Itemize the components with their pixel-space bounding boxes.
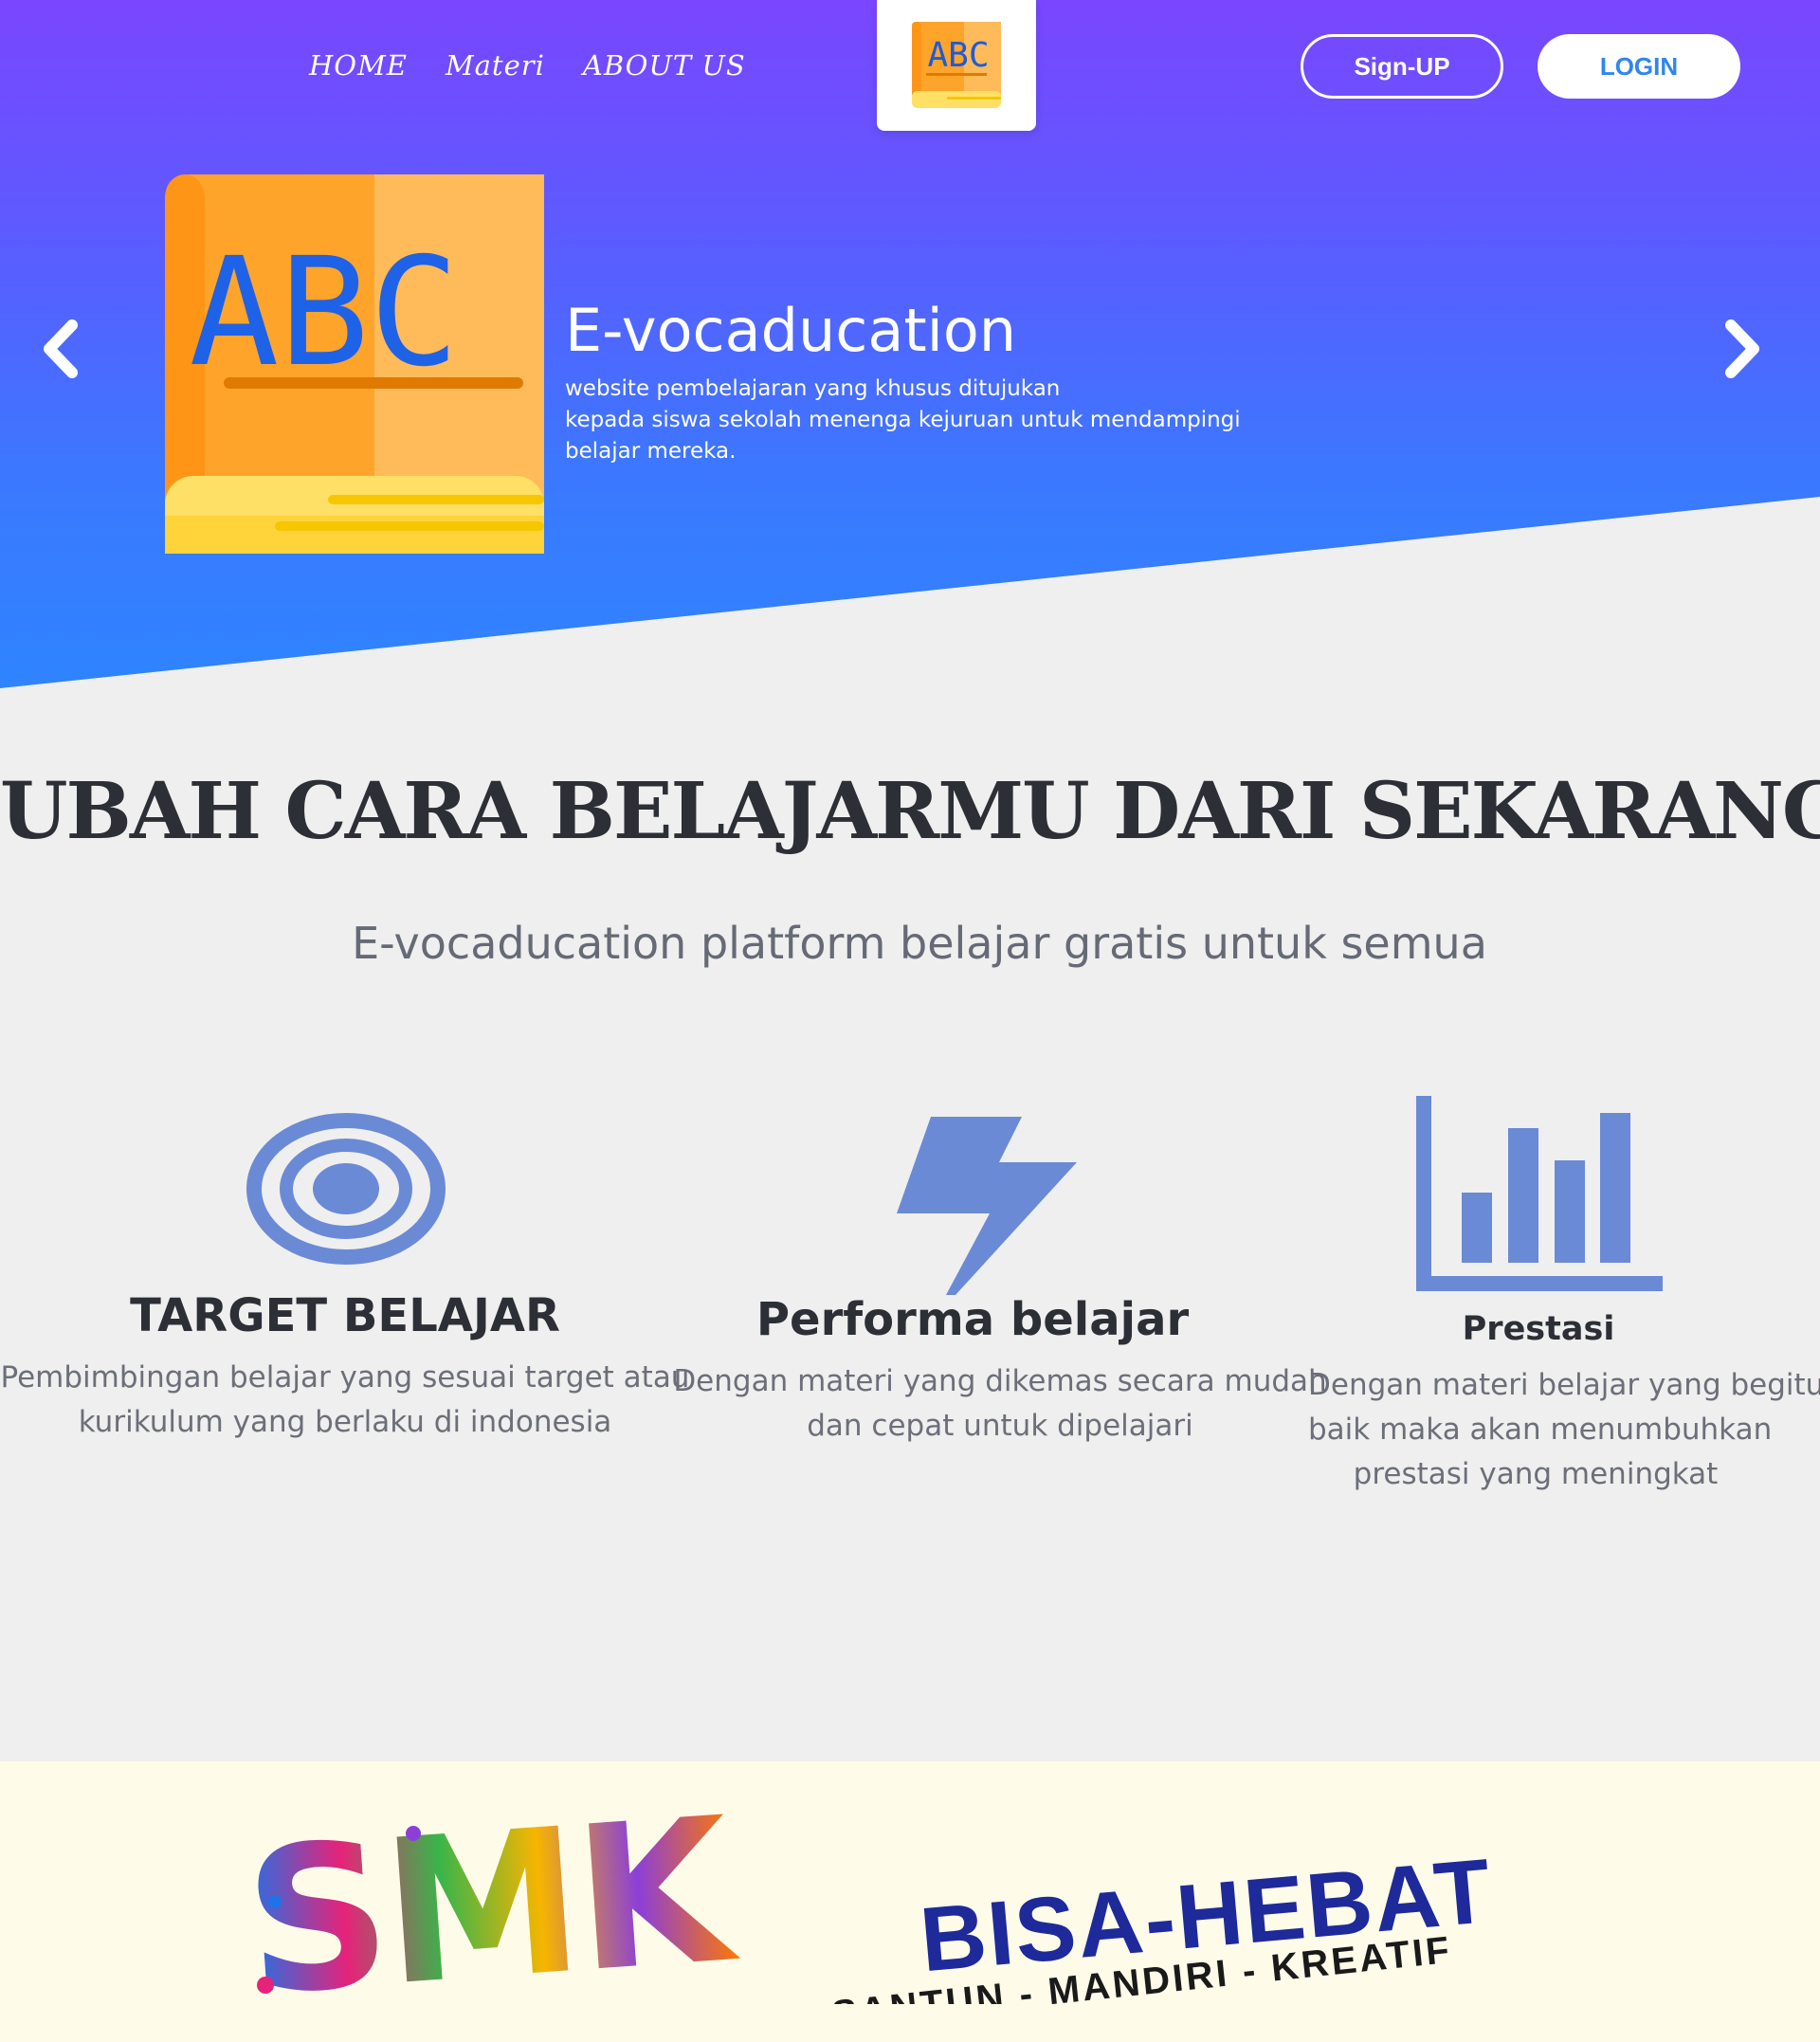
site-logo[interactable]: ABC bbox=[877, 0, 1036, 131]
nav-materi-link[interactable]: Materi bbox=[446, 49, 545, 82]
abc-book-icon: ABC bbox=[912, 22, 1001, 108]
main-headline: UBAH CARA BELAJARMU DARI SEKARANG bbox=[0, 766, 1820, 857]
hero-book-icon: ABC bbox=[165, 174, 544, 554]
svg-text:ABC: ABC bbox=[927, 36, 989, 75]
svg-text:ABC: ABC bbox=[189, 226, 459, 400]
carousel-next-arrow-icon[interactable] bbox=[1718, 316, 1765, 382]
svg-text:SMK: SMK bbox=[246, 1796, 745, 2004]
bar-chart-icon bbox=[1416, 1096, 1663, 1291]
feature-title-target: TARGET BELAJAR bbox=[130, 1289, 560, 1342]
carousel-prev-arrow-icon[interactable] bbox=[38, 316, 85, 382]
feature-title-performa: Performa belajar bbox=[755, 1293, 1190, 1346]
signup-button[interactable]: Sign-UP bbox=[1301, 34, 1503, 99]
hero-description: website pembelajaran yang khusus ditujuk… bbox=[565, 376, 1241, 464]
smk-bisa-hebat-banner: SMK BISA-HEBAT SIAP KERJA - SANTUN - MAN… bbox=[246, 1796, 1496, 2004]
lightning-icon bbox=[897, 1117, 1077, 1295]
feature-desc-target: Pembimbingan belajar yang sesuai target … bbox=[0, 1360, 690, 1439]
target-icon bbox=[246, 1113, 446, 1265]
login-button[interactable]: LOGIN bbox=[1538, 34, 1740, 99]
feature-desc-prestasi: Dengan materi belajar yang begitu baik m… bbox=[1308, 1368, 1820, 1491]
main-subheadline: E-vocaducation platform belajar gratis u… bbox=[352, 918, 1487, 969]
feature-desc-performa: Dengan materi yang dikemas secara mudah … bbox=[673, 1364, 1327, 1443]
feature-title-prestasi: Prestasi bbox=[1462, 1310, 1615, 1348]
hero-title: E-vocaducation bbox=[565, 296, 1017, 365]
footer-banner: SMK BISA-HEBAT SIAP KERJA - SANTUN - MAN… bbox=[0, 1761, 1820, 2042]
main-nav: HOME Materi ABOUT US bbox=[309, 49, 746, 82]
nav-about-link[interactable]: ABOUT US bbox=[583, 49, 746, 82]
nav-home-link[interactable]: HOME bbox=[309, 49, 408, 82]
